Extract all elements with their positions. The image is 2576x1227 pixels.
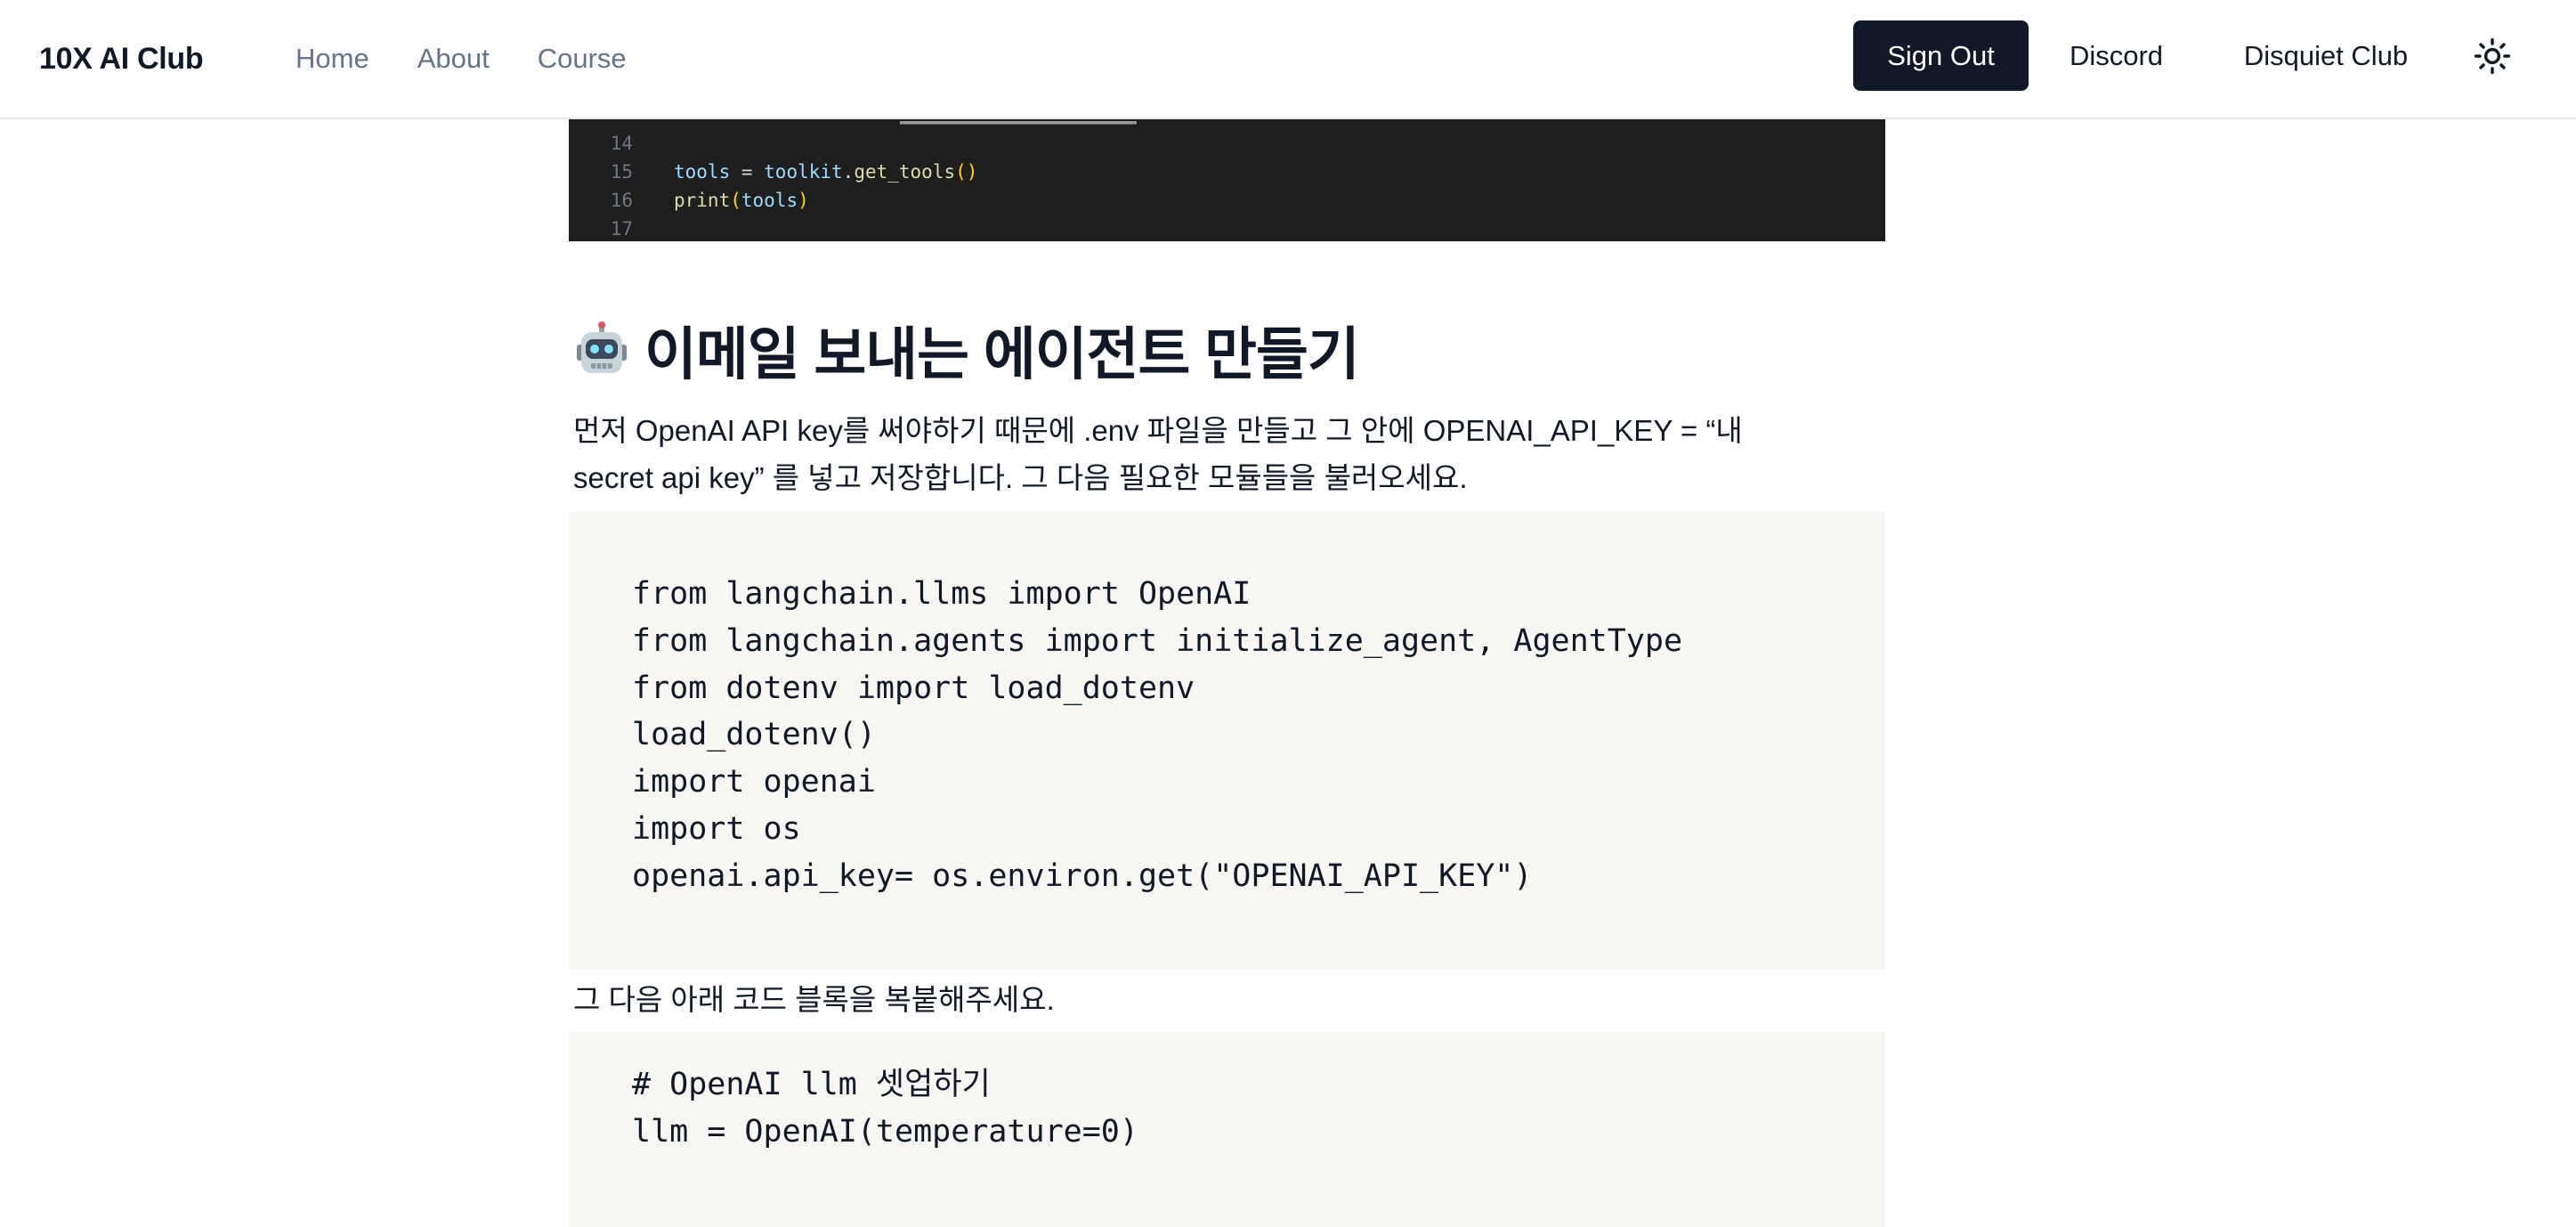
code-line: from dotenv import load_dotenv — [632, 670, 1195, 706]
code-line: import openai — [632, 764, 876, 800]
section-heading: 이메일 보내는 에이전트 만들기 — [573, 313, 1360, 386]
robot-icon — [577, 321, 627, 373]
code-line: from langchain.agents import initialize_… — [632, 623, 1683, 659]
code-token: () — [955, 161, 978, 183]
code-line: 15 tools = toolkit.get_tools() — [569, 158, 978, 186]
code-line: 16 print(tools) — [569, 186, 809, 215]
code-line: from langchain.llms import OpenAI — [632, 576, 1252, 612]
code-token: print — [674, 190, 731, 211]
intro-line-1: 먼저 OpenAI API key를 써야하기 때문에 .env 파일을 만들고… — [573, 414, 1743, 447]
code-block-imports[interactable]: from langchain.llms import OpenAI from l… — [569, 511, 1885, 970]
sun-icon — [2474, 37, 2511, 75]
code-token: ) — [798, 190, 809, 211]
section-title-text: 이메일 보내는 에이전트 만들기 — [644, 322, 1360, 386]
code-token: get_tools — [854, 161, 956, 183]
sign-out-button[interactable]: Sign Out — [1853, 20, 2029, 91]
copy-instruction: 그 다음 아래 코드 블록을 복붙해주세요. — [573, 983, 1055, 1016]
code-token: ( — [730, 190, 741, 211]
discord-link[interactable]: Discord — [2038, 20, 2194, 91]
code-line: import os — [632, 811, 801, 847]
article-content: ━━━━━━━━━━━━━━━━━━━━━ 14 15 tools = tool… — [0, 119, 2576, 1227]
dark-code-block: ━━━━━━━━━━━━━━━━━━━━━ 14 15 tools = tool… — [569, 119, 1885, 241]
code-token: tools — [674, 161, 731, 183]
code-token: toolkit — [764, 161, 843, 183]
nav-about-link[interactable]: About — [417, 43, 490, 75]
nav-home-link[interactable]: Home — [296, 43, 369, 75]
code-token: . — [842, 161, 855, 183]
code-line: 14 — [569, 129, 674, 158]
top-navbar: 10X AI Club Home About Course Sign Out D… — [0, 0, 2576, 119]
code-line: llm = OpenAI(temperature=0) — [632, 1114, 1138, 1150]
code-block-llm-setup[interactable]: # OpenAI llm 셋업하기 llm = OpenAI(temperatu… — [569, 1032, 1885, 1227]
theme-toggle-button[interactable] — [2466, 29, 2519, 83]
line-number: 14 — [610, 133, 633, 154]
code-token: tools — [741, 190, 798, 211]
intro-line-2: secret api key” 를 넣고 저장합니다. 그 다음 필요한 모듈들… — [573, 461, 1468, 494]
code-line: openai.api_key= os.environ.get("OPENAI_A… — [632, 858, 1533, 894]
code-token: = — [730, 161, 765, 183]
line-number: 17 — [610, 218, 633, 240]
main-nav: Home About Course — [296, 43, 627, 75]
nav-course-link[interactable]: Course — [538, 43, 627, 75]
line-number: 16 — [610, 190, 633, 211]
brand-logo[interactable]: 10X AI Club — [39, 42, 204, 77]
code-line: # OpenAI llm 셋업하기 — [632, 1067, 991, 1102]
line-number: 15 — [610, 161, 633, 183]
disquiet-club-link[interactable]: Disquiet Club — [2216, 20, 2435, 91]
intro-paragraph: 먼저 OpenAI API key를 써야하기 때문에 .env 파일을 만들고… — [573, 407, 1855, 501]
code-line: load_dotenv() — [632, 717, 876, 752]
code-line: 17 — [569, 215, 674, 241]
